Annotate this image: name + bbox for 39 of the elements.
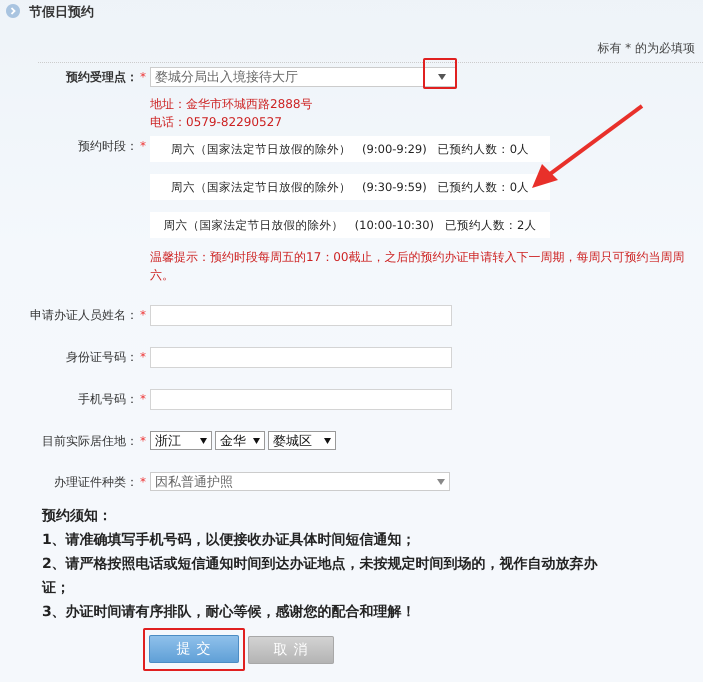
address-text: 地址：金华市环城西路2888号 <box>150 96 314 113</box>
time-slot-option[interactable]: 周六（国家法定节日放假的除外） (10:00-10:30) 已预约人数：2人 <box>150 212 550 238</box>
chevron-icon <box>6 4 20 20</box>
time-slot-option[interactable]: 周六（国家法定节日放假的除外） (9:30-9:59) 已预约人数：0人 <box>150 174 550 200</box>
required-mark: * <box>139 307 147 324</box>
notice-item: 2、请严格按照电话或短信通知时间到达办证地点，未按规定时间到场的，视作自动放弃办证； <box>42 554 599 598</box>
site-select[interactable]: 婺城分局出入境接待大厅 <box>150 67 457 87</box>
field-label: 目前实际居住地： <box>41 433 138 450</box>
field-label: 身份证号码： <box>65 349 138 366</box>
required-mark: * <box>139 391 147 408</box>
time-slot-option[interactable]: 周六（国家法定节日放假的除外） (9:00-9:29) 已预约人数：0人 <box>150 136 550 162</box>
required-mark: * <box>139 433 147 450</box>
document-type-select[interactable]: 因私普通护照 <box>150 472 450 491</box>
dropdown-arrow-icon[interactable] <box>324 438 331 444</box>
input-field[interactable] <box>150 305 452 326</box>
region-select[interactable]: 婺城区 <box>268 431 336 450</box>
field-label: 预约时段： <box>77 138 138 155</box>
phone-text: 电话：0579-82290527 <box>150 114 283 131</box>
required-mark: * <box>139 138 147 155</box>
field-label: 手机号码： <box>77 391 138 408</box>
input-field[interactable] <box>150 389 452 410</box>
tip-text: 温馨提示：预约时段每周五的17：00截止，之后的预约办证申请转入下一周期，每周只可预约当周周六。 <box>150 249 686 284</box>
required-mark: * <box>139 474 147 491</box>
required-mark: * <box>139 349 147 366</box>
dropdown-arrow-icon[interactable] <box>200 438 207 444</box>
dropdown-arrow-icon[interactable] <box>253 438 260 444</box>
field-label: 办理证件种类： <box>53 474 138 491</box>
region-select[interactable]: 金华 <box>215 431 265 450</box>
input-field[interactable] <box>150 347 452 368</box>
notice-title: 预约须知： <box>42 507 113 526</box>
region-select[interactable]: 浙江 <box>150 431 212 450</box>
highlight-box <box>423 58 457 89</box>
notice-item: 3、办证时间请有序排队，耐心等候，感谢您的配合和理解！ <box>42 602 417 622</box>
section-title: 节假日预约 <box>29 4 94 21</box>
required-note: 标有 * 的为必填项 <box>597 40 695 57</box>
notice-item: 1、请准确填写手机号码，以便接收办证具体时间短信通知； <box>42 531 417 550</box>
field-label: 申请办证人员姓名： <box>29 307 138 324</box>
required-mark: * <box>139 69 147 86</box>
field-label: 预约受理点： <box>64 69 138 86</box>
